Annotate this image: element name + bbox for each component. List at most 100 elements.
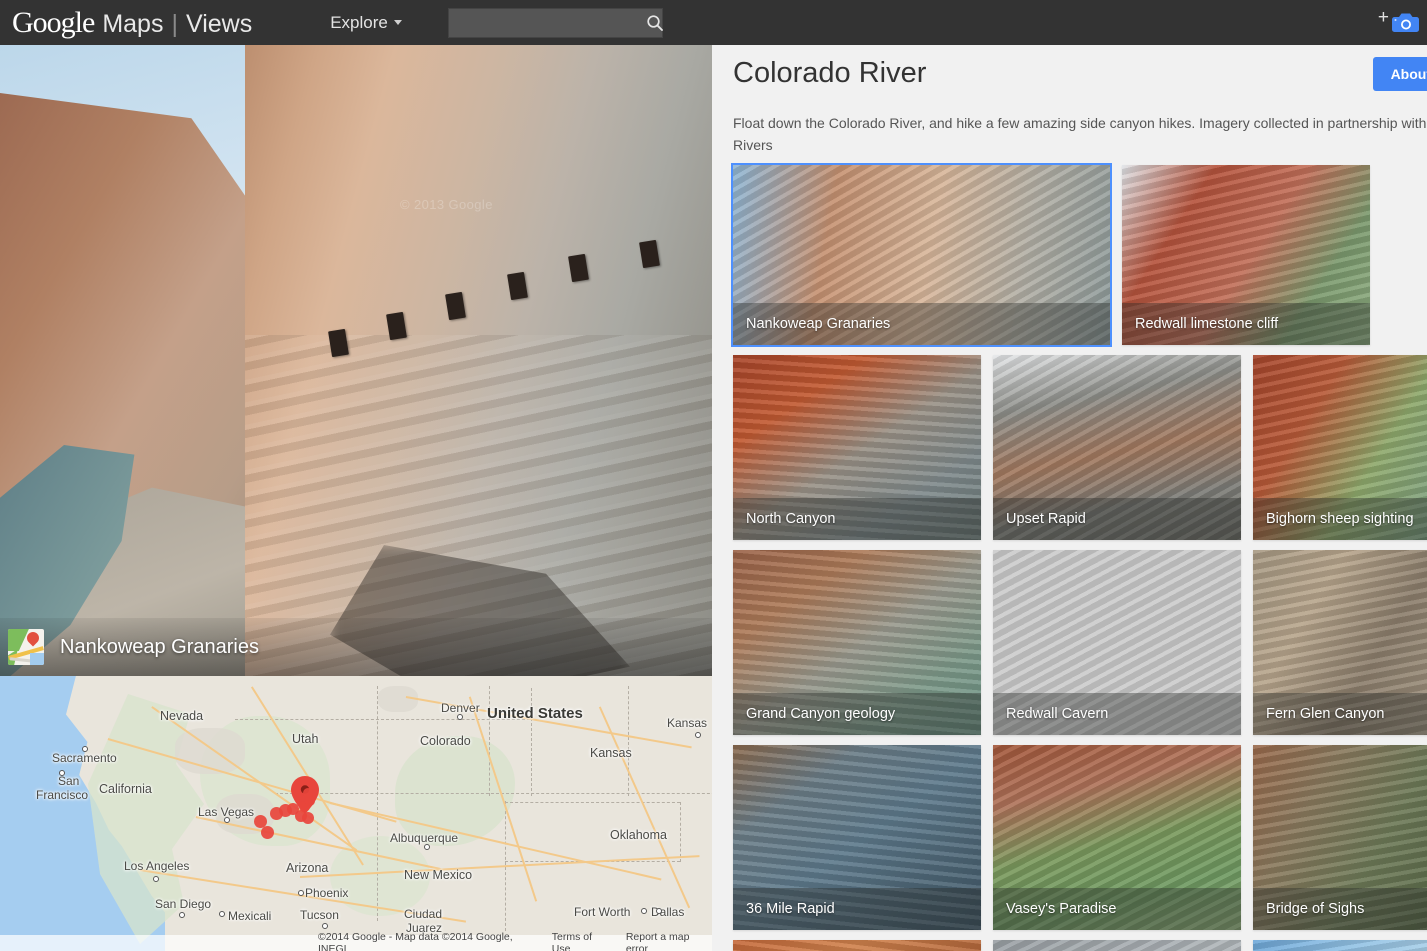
thumbnail-card[interactable] — [733, 940, 981, 951]
map-photo-dot[interactable] — [261, 826, 274, 839]
map-city-dot — [424, 844, 430, 850]
thumbnail-label: Redwall limestone cliff — [1122, 303, 1370, 345]
map-highway — [599, 706, 691, 909]
map-city-dot — [224, 817, 230, 823]
thumbnail-texture — [993, 940, 1241, 951]
page-title: Colorado River — [733, 57, 927, 89]
thumbnail-label: Bighorn sheep sighting — [1253, 498, 1427, 540]
map-photo-dot[interactable] — [303, 788, 313, 798]
thumbnail-card[interactable]: Nankoweap Granaries — [731, 163, 1112, 347]
thumbnail-label: North Canyon — [733, 498, 981, 540]
thumbnail-label: 36 Mile Rapid — [733, 888, 981, 930]
search-input[interactable] — [448, 14, 646, 31]
report-map-error-link[interactable]: Report a map error — [626, 931, 712, 951]
map-photo-dot[interactable] — [302, 812, 314, 824]
map-label-denver: Denver — [441, 701, 480, 715]
panorama-caption-bar: Nankoweap Granaries — [0, 618, 712, 676]
map-label-nevada: Nevada — [160, 709, 204, 723]
map-city-dot — [59, 770, 65, 776]
thumbnail-card[interactable] — [993, 940, 1241, 951]
map-state-border — [680, 802, 681, 862]
map-city-dot — [656, 908, 662, 914]
thumbnail-card[interactable]: 36 Mile Rapid — [733, 745, 981, 930]
map-state-border — [505, 802, 680, 803]
map-label-albuquerque: Albuquerque — [390, 831, 459, 845]
left-panel: © 2013 Google Nankoweap Granaries Nevada… — [0, 45, 712, 951]
map-label-utah: Utah — [292, 732, 319, 746]
thumbnail-card[interactable]: Upset Rapid — [993, 355, 1241, 540]
thumbnail-card[interactable]: Fern Glen Canyon — [1253, 550, 1427, 735]
thumbnail-card[interactable]: Redwall limestone cliff — [1122, 165, 1370, 345]
thumbnail-card[interactable]: Bighorn sheep sighting — [1253, 355, 1427, 540]
brand-views-text: Views — [185, 9, 253, 38]
top-navigation-bar: Google Maps | Views Explore + — [0, 0, 1427, 45]
thumbnail-texture — [733, 940, 981, 951]
thumbnail-label: Redwall Cavern — [993, 693, 1241, 735]
panorama-caption-text: Nankoweap Granaries — [60, 635, 259, 658]
thumbnail-label: Bridge of Sighs — [1253, 888, 1427, 930]
map-label-phoenix: Phoenix — [305, 886, 349, 900]
map-city-dot — [322, 923, 328, 929]
thumbnail-card[interactable]: Vasey's Paradise — [993, 745, 1241, 930]
thumbnail-label: Vasey's Paradise — [993, 888, 1241, 930]
chevron-down-icon — [393, 20, 402, 25]
map-label-san: San — [58, 774, 80, 788]
brand-logo[interactable]: Google Maps | Views — [12, 5, 253, 39]
map-state-border — [275, 793, 712, 794]
map-label-mexicali: Mexicali — [228, 909, 272, 923]
map-label-sacramento: Sacramento — [52, 751, 117, 765]
map-copyright-text: ©2014 Google - Map data ©2014 Google, IN… — [318, 931, 513, 951]
map-label-los-angeles: Los Angeles — [124, 859, 190, 873]
location-map[interactable]: Nevada Utah Sacramento San Francisco Californ… — [0, 676, 712, 951]
thumbnail-label: Nankoweap Granaries — [733, 303, 1110, 345]
map-label-san-diego: San Diego — [155, 897, 212, 911]
map-city-dot — [153, 876, 159, 882]
map-attribution: ©2014 Google - Map data ©2014 Google, IN… — [0, 931, 712, 951]
thumbnail-label: Upset Rapid — [993, 498, 1241, 540]
camera-icon[interactable] — [1391, 12, 1421, 34]
plus-icon[interactable]: + — [1378, 8, 1389, 27]
thumbnail-card[interactable]: North Canyon — [733, 355, 981, 540]
thumbnail-card[interactable] — [1253, 940, 1427, 951]
map-label-ciudad: Ciudad — [404, 907, 443, 921]
thumbnail-card[interactable]: Redwall Cavern — [993, 550, 1241, 735]
brand-google-text: Google — [12, 5, 95, 39]
map-label-kansas: Kansas — [667, 716, 708, 730]
map-label-colorado: Colorado — [420, 734, 471, 748]
map-label-kansas: Kansas — [590, 746, 632, 760]
map-label-arizona: Arizona — [286, 861, 329, 875]
map-label-united-states: United States — [487, 705, 583, 722]
thumbnail-card[interactable]: Grand Canyon geology — [733, 550, 981, 735]
map-label-oklahoma: Oklahoma — [610, 828, 667, 842]
thumbnail-texture — [1253, 940, 1427, 951]
map-city-dot — [695, 732, 701, 738]
explore-label: Explore — [330, 12, 388, 32]
map-label-tucson: Tucson — [300, 908, 339, 922]
brand-separator: | — [171, 9, 178, 38]
map-label-fort-worth: Fort Worth — [574, 905, 631, 919]
search-icon[interactable] — [646, 14, 664, 32]
map-state-border — [377, 686, 378, 921]
terms-of-use-link[interactable]: Terms of Use — [552, 931, 612, 951]
thumbnail-label: Grand Canyon geology — [733, 693, 981, 735]
map-state-border — [489, 686, 490, 796]
thumbnail-card[interactable]: Bridge of Sighs — [1253, 745, 1427, 930]
map-city-dot — [179, 912, 185, 918]
google-maps-badge-icon — [8, 629, 44, 665]
map-state-border — [628, 686, 629, 796]
map-label-new-mexico: New Mexico — [404, 868, 473, 882]
map-desert-3 — [378, 686, 418, 712]
map-city-dot — [298, 890, 304, 896]
topbar-actions: + — [1378, 0, 1421, 45]
map-vegetation-utah — [395, 736, 515, 846]
gallery-description: Float down the Colorado River, and hike … — [733, 115, 1427, 153]
map-city-dot — [219, 911, 225, 917]
map-city-dot — [457, 714, 463, 720]
explore-menu[interactable]: Explore — [330, 13, 402, 33]
search-box[interactable] — [447, 7, 664, 38]
brand-maps-text: Maps — [102, 9, 164, 38]
about-button[interactable]: About — [1372, 57, 1427, 91]
panorama-viewer[interactable]: © 2013 Google Nankoweap Granaries — [0, 45, 712, 676]
thumbnail-label: Fern Glen Canyon — [1253, 693, 1427, 735]
map-city-dot — [641, 908, 647, 914]
